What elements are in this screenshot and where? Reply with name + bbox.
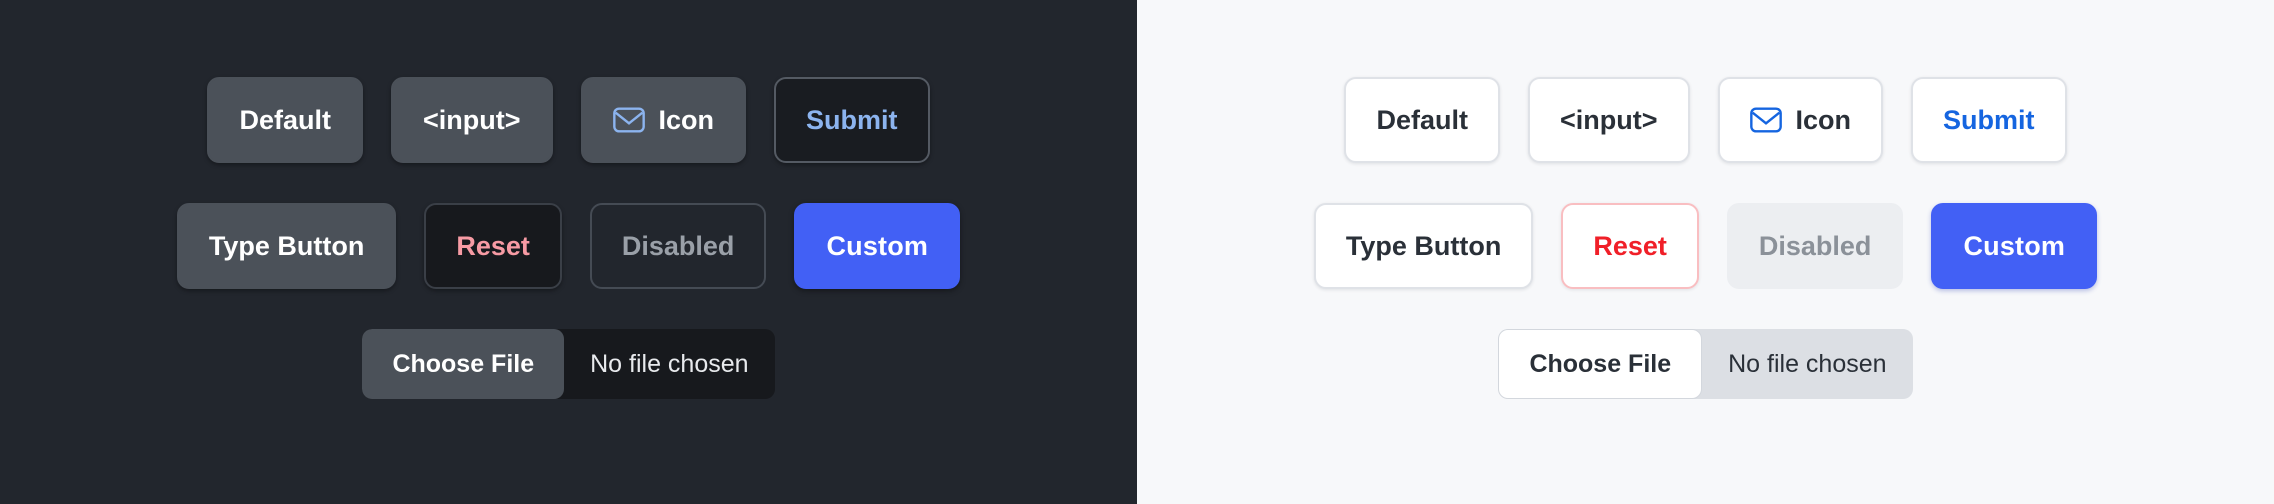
light-theme-panel: Default <input> Icon Submit Type Button … (1137, 0, 2274, 504)
light-file-status-label: No file chosen (1728, 349, 1887, 378)
dark-reset-button-label: Reset (456, 230, 530, 261)
light-button-row-2: Type Button Reset Disabled Custom (1313, 203, 2098, 289)
dark-file-input[interactable]: Choose File No file chosen (362, 329, 775, 399)
light-submit-button[interactable]: Submit (1911, 77, 2067, 163)
dark-input-button-label: <input> (422, 104, 521, 135)
light-disabled-button-label: Disabled (1758, 230, 1872, 261)
dark-theme-panel: Default <input> Icon Submit Type Button … (0, 0, 1137, 504)
dark-submit-button[interactable]: Submit (774, 77, 930, 163)
dark-disabled-button: Disabled (589, 203, 767, 289)
light-custom-button-label: Custom (1963, 230, 2066, 261)
light-choose-file-button[interactable]: Choose File (1498, 329, 1703, 399)
dark-input-button[interactable]: <input> (390, 77, 553, 163)
light-type-button[interactable]: Type Button (1313, 203, 1534, 289)
light-icon-button-label: Icon (1795, 104, 1852, 135)
light-default-button[interactable]: Default (1344, 77, 1500, 163)
light-input-button[interactable]: <input> (1527, 77, 1690, 163)
dark-custom-button-label: Custom (826, 230, 929, 261)
light-reset-button-label: Reset (1593, 230, 1667, 261)
light-custom-button[interactable]: Custom (1931, 203, 2098, 289)
light-submit-button-label: Submit (1943, 104, 2035, 135)
dark-file-status-label: No file chosen (590, 349, 749, 378)
dark-choose-file-label: Choose File (392, 349, 535, 378)
dark-button-row-3: Choose File No file chosen (362, 329, 775, 399)
light-input-button-label: <input> (1559, 104, 1658, 135)
dark-default-button[interactable]: Default (207, 77, 363, 163)
light-default-button-label: Default (1376, 104, 1468, 135)
button-showcase-stage: Default <input> Icon Submit Type Button … (0, 0, 2274, 504)
dark-icon-button[interactable]: Icon (580, 77, 747, 163)
light-reset-button[interactable]: Reset (1561, 203, 1699, 289)
light-choose-file-label: Choose File (1529, 349, 1672, 378)
dark-custom-button[interactable]: Custom (794, 203, 961, 289)
dark-choose-file-button[interactable]: Choose File (362, 329, 565, 399)
light-button-row-1: Default <input> Icon Submit (1344, 77, 2067, 163)
dark-disabled-button-label: Disabled (621, 230, 735, 261)
dark-type-button-label: Type Button (208, 230, 365, 261)
light-type-button-label: Type Button (1345, 230, 1502, 261)
mail-icon (1749, 107, 1782, 133)
light-disabled-button: Disabled (1726, 203, 1904, 289)
light-file-input[interactable]: Choose File No file chosen (1498, 329, 1913, 399)
light-icon-button[interactable]: Icon (1717, 77, 1884, 163)
dark-reset-button[interactable]: Reset (424, 203, 562, 289)
dark-icon-button-label: Icon (658, 104, 715, 135)
dark-button-row-2: Type Button Reset Disabled Custom (176, 203, 961, 289)
dark-file-status: No file chosen (564, 329, 774, 399)
light-file-status: No file chosen (1702, 329, 1912, 399)
light-button-row-3: Choose File No file chosen (1498, 329, 1913, 399)
dark-button-row-1: Default <input> Icon Submit (207, 77, 930, 163)
dark-type-button[interactable]: Type Button (176, 203, 397, 289)
mail-icon (612, 107, 645, 133)
dark-default-button-label: Default (239, 104, 331, 135)
dark-submit-button-label: Submit (806, 104, 898, 135)
